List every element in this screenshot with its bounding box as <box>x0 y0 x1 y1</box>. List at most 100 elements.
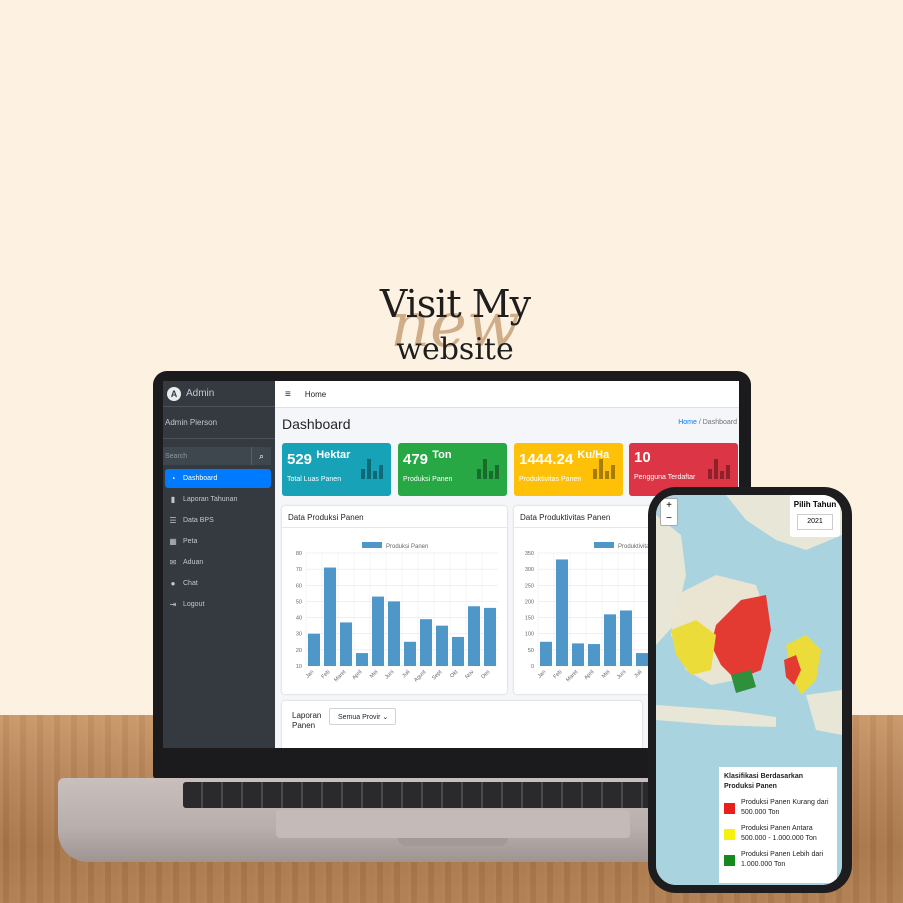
sidebar-nav: ◔ Dashboard ▮ Laporan Tahunan ☰ Data BPS ▦ P… <box>163 469 275 614</box>
search-input[interactable]: Search <box>163 447 251 465</box>
brand-text: Admin <box>186 388 215 399</box>
zoom-in-button[interactable]: + <box>661 499 677 512</box>
bar <box>340 622 352 666</box>
legend-label: Produksi Panen Kurang dari 500.000 Ton <box>741 799 829 816</box>
y-tick-label: 0 <box>531 664 534 670</box>
laptop-hinge <box>398 838 508 846</box>
bar <box>420 619 432 666</box>
legend-item: Produksi Panen Antara 500.000 - 1.000.00… <box>724 824 832 844</box>
legend-label: Produksi Panen Lebih dari 1.000.000 Ton <box>741 851 824 868</box>
y-tick-label: 10 <box>296 664 302 670</box>
breadcrumb-current: Dashboard <box>702 419 737 426</box>
bar-chart-icon <box>593 457 615 479</box>
x-tick-label: Maret <box>565 669 580 684</box>
top-navbar: ≡ Home <box>275 381 739 408</box>
chat-icon: ● <box>170 579 176 588</box>
x-tick-label: Juli <box>401 669 411 679</box>
year-picker: Pilih Tahun 2021 <box>790 495 840 537</box>
y-tick-label: 30 <box>296 632 302 638</box>
sidebar-item-aduan[interactable]: ✉ Aduan <box>165 553 271 572</box>
sidebar-item-label: Aduan <box>183 559 204 566</box>
user-panel[interactable]: Admin Pierson <box>163 407 275 439</box>
user-name: Admin Pierson <box>165 418 218 427</box>
sidebar-item-dashboard[interactable]: ◔ Dashboard <box>165 469 271 488</box>
stat-box-produksi-panen[interactable]: 479 Ton Produksi Panen <box>398 443 507 496</box>
stat-box-luas-panen[interactable]: 529 Hektar Total Luas Panen <box>282 443 391 496</box>
stat-value: 1444.24 <box>519 451 574 468</box>
sidebar-item-peta[interactable]: ▦ Peta <box>165 532 271 551</box>
y-tick-label: 60 <box>296 583 302 589</box>
brand[interactable]: A Admin <box>163 381 275 407</box>
bar <box>372 596 384 666</box>
x-tick-label: Jan <box>305 669 316 680</box>
x-tick-label: Mei <box>369 669 380 680</box>
logout-icon: ⇥ <box>169 600 177 609</box>
sidebar-item-chat[interactable]: ● Chat <box>165 574 271 593</box>
sidebar-item-logout[interactable]: ⇥ Logout <box>165 595 271 614</box>
bar <box>308 633 320 666</box>
y-tick-label: 40 <box>296 616 302 622</box>
chevron-down-icon: ⌄ <box>382 714 389 721</box>
bar <box>436 625 448 666</box>
x-tick-label: Okt <box>449 669 460 680</box>
search-button[interactable]: ⌕ <box>251 447 271 465</box>
bar-chart-icon <box>361 457 383 479</box>
x-tick-label: Juli <box>633 669 643 679</box>
sidebar-item-label: Chat <box>183 580 198 587</box>
y-tick-label: 20 <box>296 648 302 654</box>
x-tick-label: Des <box>480 669 491 680</box>
laporan-label: Laporan Panen <box>292 711 322 730</box>
bar <box>404 641 416 666</box>
y-tick-label: 200 <box>525 599 534 605</box>
stat-value: 10 <box>634 449 651 466</box>
map-icon: ▦ <box>169 537 177 546</box>
legend-label: Produksi Panen <box>386 544 428 550</box>
stat-box-produktivitas[interactable]: 1444.24 Ku/Ha Produktivitas Panen <box>514 443 623 496</box>
breadcrumb: Home / Dashboard <box>678 419 737 426</box>
topbar-home-link[interactable]: Home <box>305 390 326 399</box>
sidebar-item-label: Data BPS <box>183 517 214 524</box>
stat-value: 479 <box>403 451 429 468</box>
x-tick-label: April <box>583 669 595 681</box>
breadcrumb-home[interactable]: Home <box>678 419 697 426</box>
x-tick-label: Jan <box>537 669 548 680</box>
bar <box>588 644 600 666</box>
headline: new Visit My website <box>340 282 570 372</box>
sidebar-item-label: Laporan Tahunan <box>183 496 238 503</box>
sidebar-item-data-bps[interactable]: ☰ Data BPS <box>165 511 271 530</box>
bar <box>468 606 480 666</box>
sidebar-item-laporan-tahunan[interactable]: ▮ Laporan Tahunan <box>165 490 271 509</box>
x-tick-label: Mei <box>601 669 612 680</box>
zoom-out-button[interactable]: − <box>661 512 677 525</box>
sidebar-search: Search ⌕ <box>163 447 271 465</box>
legend-swatch <box>362 542 382 548</box>
x-tick-label: April <box>351 669 363 681</box>
brand-logo-icon: A <box>167 386 181 401</box>
sidebar-item-label: Dashboard <box>183 475 218 482</box>
y-tick-label: 50 <box>296 599 302 605</box>
y-tick-label: 80 <box>296 551 302 557</box>
breadcrumb-separator: / <box>698 419 701 426</box>
mockup-scene: new Visit My website A Admin Admin Piers… <box>0 0 903 903</box>
card-title: Data Produksi Panen <box>282 506 507 528</box>
y-tick-label: 150 <box>525 616 534 622</box>
card-produksi-panen: Data Produksi Panen Produksi Panen 10 20 30… <box>282 506 507 694</box>
phone-screen: + − Pilih Tahun 2021 Klasifikasi Berdasa… <box>656 495 842 885</box>
legend-swatch-red <box>724 803 735 814</box>
map-zoom-control: + − <box>660 498 678 526</box>
bar <box>636 653 648 666</box>
search-icon: ⌕ <box>258 450 265 461</box>
bar <box>556 559 568 666</box>
legend-swatch-yellow <box>724 829 735 840</box>
legend-item: Produksi Panen Lebih dari 1.000.000 Ton <box>724 850 832 870</box>
menu-toggle-icon[interactable]: ≡ <box>285 389 291 400</box>
year-select[interactable]: 2021 <box>797 514 833 530</box>
province-select[interactable]: Semua Provir ⌄ <box>329 708 396 725</box>
page-title: Dashboard <box>282 416 351 432</box>
headline-line-3: website <box>396 332 514 367</box>
x-tick-label: Maret <box>333 669 348 684</box>
legend-label: Produksi Panen Antara 500.000 - 1.000.00… <box>741 825 817 842</box>
bar <box>572 643 584 666</box>
bar <box>324 567 336 666</box>
list-icon: ☰ <box>169 516 177 525</box>
